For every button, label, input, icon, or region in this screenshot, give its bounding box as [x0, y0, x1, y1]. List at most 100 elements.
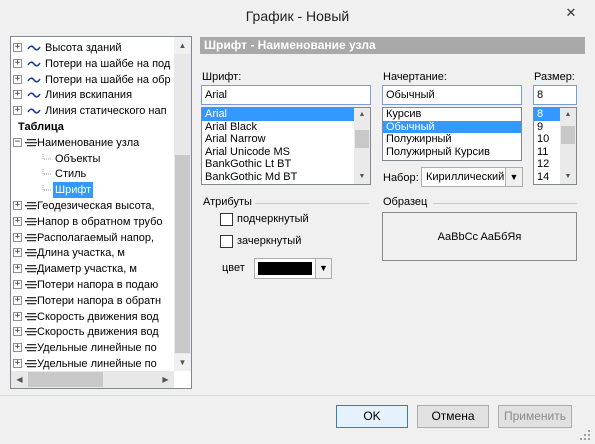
table-column-icon: [25, 265, 37, 273]
expand-icon[interactable]: +: [13, 43, 22, 52]
scroll-thumb[interactable]: [355, 130, 369, 148]
tree-item[interactable]: Стиль: [11, 166, 174, 182]
tree-item[interactable]: + Потери напора в обратн: [11, 293, 174, 309]
tree-item[interactable]: Таблица: [11, 119, 174, 135]
color-select[interactable]: ▼: [254, 258, 332, 279]
scroll-down-icon[interactable]: ▼: [354, 170, 370, 184]
tree-item-label: Линия статического нап: [45, 105, 167, 118]
scroll-thumb[interactable]: [561, 126, 575, 144]
font-option[interactable]: Arial Narrow: [202, 133, 370, 146]
tree-item[interactable]: Объекты: [11, 151, 174, 167]
tree-horizontal-scrollbar[interactable]: ◀ ▶: [11, 371, 174, 388]
table-column-icon: [25, 233, 37, 241]
sample-text: AaBbCc AaБбЯя: [437, 231, 522, 243]
expand-icon[interactable]: +: [13, 232, 22, 242]
font-option[interactable]: Arial Black: [202, 121, 370, 134]
cancel-button[interactable]: Отмена: [417, 405, 489, 428]
collapse-icon[interactable]: −: [13, 137, 22, 147]
tree-item[interactable]: + Геодезическая высота,: [11, 198, 174, 214]
expand-icon[interactable]: +: [13, 264, 22, 274]
tree-item[interactable]: + Напор в обратном трубо: [11, 214, 174, 230]
attributes-label: Атрибуты: [203, 196, 252, 208]
expand-icon[interactable]: +: [13, 74, 22, 84]
size-list-scrollbar[interactable]: ▲ ▼: [560, 108, 576, 184]
tree-item[interactable]: + Потери напора в подаю: [11, 277, 174, 293]
scroll-thumb[interactable]: [28, 372, 103, 387]
style-option[interactable]: Курсив: [383, 108, 521, 121]
close-button[interactable]: ✕: [556, 4, 586, 22]
expand-icon[interactable]: +: [13, 327, 22, 337]
scroll-down-icon[interactable]: ▼: [560, 170, 576, 184]
tree-item[interactable]: + Диаметр участка, м: [11, 261, 174, 277]
tree-item-label: Скорость движения вод: [37, 310, 159, 323]
expand-icon[interactable]: +: [13, 58, 22, 68]
table-column-icon: [25, 281, 37, 289]
underline-checkbox[interactable]: [220, 213, 233, 226]
settings-tree[interactable]: + Высота зданий + Потери на шайбе на под + По…: [10, 36, 192, 389]
font-option[interactable]: Arial: [202, 108, 370, 121]
tree-item[interactable]: + Скорость движения вод: [11, 309, 174, 325]
expand-icon[interactable]: +: [13, 311, 22, 321]
tree-item-label: Объекты: [55, 152, 101, 165]
ok-button[interactable]: OK: [336, 405, 408, 428]
tree-item-label: Стиль: [55, 168, 87, 181]
tree-item[interactable]: + Линия вскипания: [11, 87, 174, 103]
tree-item[interactable]: + Потери на шайбе на обр: [11, 72, 174, 88]
tree-branch-icon: [42, 185, 52, 191]
expand-icon[interactable]: +: [13, 201, 22, 210]
style-input[interactable]: Обычный: [382, 85, 522, 105]
font-option[interactable]: BankGothic Lt BT: [202, 158, 370, 171]
expand-icon[interactable]: +: [13, 280, 22, 289]
tree-item[interactable]: Шрифт: [11, 182, 174, 199]
tree-item[interactable]: + Удельные линейные по: [11, 340, 174, 356]
charset-select[interactable]: Кириллический ▼: [421, 167, 523, 187]
font-option[interactable]: Arial Unicode MS: [202, 146, 370, 159]
scroll-up-icon[interactable]: ▲: [560, 108, 576, 122]
tree-item[interactable]: − Наименование узла: [11, 135, 174, 151]
tree-item[interactable]: + Высота зданий: [11, 40, 174, 56]
size-input[interactable]: 8: [533, 85, 577, 105]
table-column-icon: [25, 328, 37, 336]
size-listbox[interactable]: 8 9 10 11 12 14 ▲ ▼: [533, 107, 577, 185]
scroll-right-icon[interactable]: ▶: [157, 371, 174, 388]
tree-item-label: Потери на шайбе на под: [45, 57, 171, 70]
chevron-down-icon[interactable]: ▼: [505, 168, 522, 186]
button-bar-divider: [0, 395, 595, 396]
tree-item[interactable]: + Длина участка, м: [11, 245, 174, 261]
style-listbox[interactable]: Курсив Обычный Полужирный Полужирный Курсив: [382, 107, 522, 161]
expand-icon[interactable]: +: [13, 216, 22, 226]
style-label: Начертание:: [383, 71, 447, 83]
expand-icon[interactable]: +: [13, 90, 22, 100]
font-list-scrollbar[interactable]: ▲ ▼: [354, 108, 370, 184]
expand-icon[interactable]: +: [13, 295, 22, 305]
scroll-up-icon[interactable]: ▲: [354, 108, 370, 122]
scroll-down-icon[interactable]: ▼: [174, 354, 191, 371]
font-input[interactable]: Arial: [201, 85, 371, 105]
strikeout-checkbox[interactable]: [220, 235, 233, 248]
expand-icon[interactable]: +: [13, 248, 22, 258]
scroll-up-icon[interactable]: ▲: [174, 37, 191, 54]
tree-item[interactable]: + Потери на шайбе на под: [11, 56, 174, 72]
style-option[interactable]: Полужирный: [383, 133, 521, 146]
tree-item[interactable]: + Скорость движения вод: [11, 324, 174, 340]
scroll-left-icon[interactable]: ◀: [11, 371, 28, 388]
tree-item[interactable]: + Линия статического нап: [11, 103, 174, 119]
tree-item[interactable]: + Удельные линейные по: [11, 356, 174, 372]
expand-icon[interactable]: +: [13, 359, 22, 368]
expand-icon[interactable]: +: [13, 106, 22, 116]
chevron-down-icon[interactable]: ▼: [315, 259, 331, 278]
style-option[interactable]: Обычный: [383, 120, 521, 133]
tree-vertical-scrollbar[interactable]: ▲ ▼: [174, 37, 191, 371]
tree-item[interactable]: + Располагаемый напор,: [11, 230, 174, 246]
scroll-thumb[interactable]: [175, 155, 190, 353]
expand-icon[interactable]: +: [13, 343, 22, 353]
font-option[interactable]: BankGothic Md BT: [202, 171, 370, 184]
font-listbox[interactable]: Arial Arial Black Arial Narrow Arial Unicod…: [201, 107, 371, 185]
tree-branch-icon: [42, 169, 52, 175]
apply-button[interactable]: Применить: [498, 405, 572, 428]
resize-grip-icon[interactable]: [578, 428, 592, 442]
tree-item-label: Диаметр участка, м: [37, 263, 137, 276]
window-title: График - Новый: [245, 8, 350, 24]
style-option[interactable]: Полужирный Курсив: [383, 146, 521, 159]
tree-item-label: Геодезическая высота,: [37, 200, 155, 212]
